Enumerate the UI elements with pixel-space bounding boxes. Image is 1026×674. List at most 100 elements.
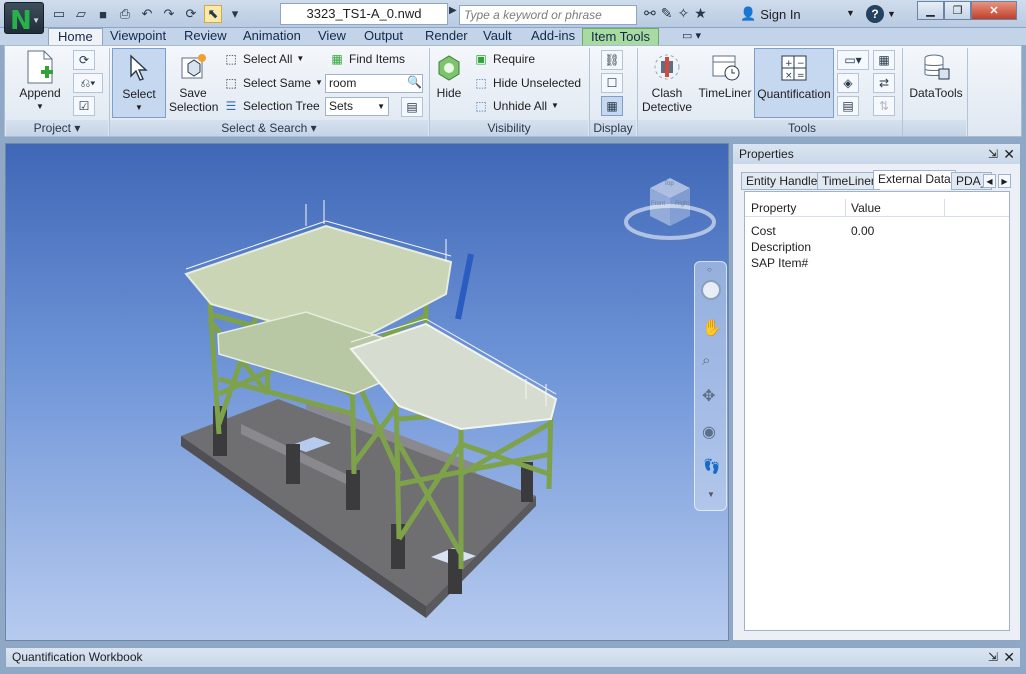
zoom-window-icon[interactable]: ⌕ <box>702 352 710 369</box>
select-same-icon: ⬚ <box>225 76 237 90</box>
save-icon[interactable]: ■ <box>94 5 112 23</box>
viewcube-top-face[interactable]: Top <box>664 181 674 187</box>
tabs-scroll-left-icon[interactable]: ◀ <box>983 174 996 188</box>
tab-home[interactable]: Home <box>48 28 103 46</box>
animator-icon[interactable]: ▭▾ <box>837 50 869 70</box>
find-items-icon: ▦ <box>331 52 343 66</box>
file-options-icon[interactable]: ☑ <box>73 96 95 116</box>
append-button[interactable]: Append ▼ <box>11 48 69 114</box>
select-button[interactable]: Select ▼ <box>112 48 166 118</box>
maximize-button[interactable]: ❐ <box>944 1 971 20</box>
tab-review[interactable]: Review <box>184 28 227 46</box>
batch-utility-icon[interactable]: ⇄ <box>873 73 895 93</box>
help-button[interactable]: ? ▼ <box>866 4 902 24</box>
print-icon[interactable]: ⎙ <box>116 5 134 23</box>
find-items-button[interactable]: ▦ Find Items <box>329 49 405 69</box>
close-icon[interactable]: ✕ <box>1003 648 1015 667</box>
column-divider[interactable] <box>944 199 945 217</box>
property-column-header[interactable]: Property <box>751 201 796 215</box>
hide-button[interactable]: Hide <box>431 48 467 100</box>
select-search-panel-label[interactable]: Select & Search ▾ <box>110 120 428 136</box>
tab-viewpoint[interactable]: Viewpoint <box>110 28 166 46</box>
satellite-icon[interactable]: ✧ <box>677 5 689 22</box>
pan-hand-icon[interactable]: ✋ <box>702 318 722 338</box>
quantification-button[interactable]: + − × = Quantification <box>754 48 834 118</box>
property-row-description[interactable]: Description <box>751 239 811 255</box>
close-button[interactable]: ✕ <box>971 1 1017 20</box>
application-menu-button[interactable]: N ▼ <box>4 2 44 36</box>
tab-item-tools[interactable]: Item Tools <box>582 28 660 46</box>
autodesk-rendering-icon[interactable]: ◈ <box>837 73 859 93</box>
qat-dropdown-icon[interactable]: ▾ <box>226 5 244 23</box>
unhide-all-label: Unhide All <box>493 99 548 113</box>
viewcube-front-face[interactable]: Front <box>651 201 665 207</box>
column-divider[interactable] <box>845 199 846 217</box>
star-icon[interactable]: ★ <box>694 5 707 22</box>
minimize-button[interactable]: ▁ <box>917 1 944 20</box>
tab-render[interactable]: Render <box>425 28 468 46</box>
tabs-scroll-right-icon[interactable]: ▶ <box>998 174 1011 188</box>
quantification-workbook-bar[interactable]: Quantification Workbook ⇲ ✕ <box>5 647 1021 668</box>
look-around-icon[interactable]: ◉ <box>702 422 716 442</box>
select-same-button[interactable]: ⬚ Select Same ▼ <box>223 73 323 93</box>
close-icon[interactable]: ✕ <box>1003 144 1015 164</box>
undo-icon[interactable]: ↶ <box>138 5 156 23</box>
tab-timeliner[interactable]: TimeLiner <box>817 172 880 190</box>
save-selection-button[interactable]: Save Selection <box>168 48 218 114</box>
datatools-button[interactable]: DataTools <box>907 48 965 100</box>
sign-in-button[interactable]: 👤 Sign In ▼ <box>740 6 855 22</box>
chevron-down-icon[interactable]: ▼ <box>707 490 715 499</box>
tab-add-ins[interactable]: Add-ins <box>531 28 575 46</box>
properties-toggle-icon[interactable]: ▦ <box>601 96 623 116</box>
search-expand-icon[interactable]: ▶ <box>449 5 457 16</box>
require-button[interactable]: ▣ Require <box>473 49 535 69</box>
tab-entity-handle[interactable]: Entity Handle <box>741 172 823 190</box>
pedestal <box>346 470 360 510</box>
manage-sets-icon[interactable]: ▤ <box>401 97 423 117</box>
value-column-header[interactable]: Value <box>851 201 881 215</box>
search-input[interactable]: Type a keyword or phrase <box>459 5 637 25</box>
reset-all-icon[interactable]: ⎌▾ <box>73 73 103 93</box>
property-row-cost[interactable]: Cost 0.00 <box>751 223 874 239</box>
3d-viewport[interactable]: Top Front Right <box>5 143 729 641</box>
selection-tree-button[interactable]: ☰ Selection Tree <box>223 96 320 116</box>
tab-vault[interactable]: Vault <box>483 28 512 46</box>
orbit-icon[interactable]: ✥ <box>702 386 715 406</box>
wrench-icon[interactable]: ✎ <box>661 5 673 22</box>
refresh-icon[interactable]: ⟳ <box>73 50 95 70</box>
tab-view[interactable]: View <box>318 28 346 46</box>
quick-properties-icon[interactable]: ☐ <box>601 73 623 93</box>
open-file-icon[interactable]: ▱ <box>72 5 90 23</box>
ribbon-minimize-icon[interactable]: ▭ ▾ <box>682 28 701 46</box>
binoculars-icon[interactable]: ⚯ <box>644 5 656 22</box>
tab-animation[interactable]: Animation <box>243 28 301 46</box>
viewcube[interactable]: Top Front Right <box>624 174 716 242</box>
tab-external-data[interactable]: External Data <box>873 170 956 189</box>
scripter-icon[interactable]: ▤ <box>837 96 859 116</box>
compare-icon[interactable]: ⇅ <box>873 96 895 116</box>
refresh-icon[interactable]: ⟳ <box>182 5 200 23</box>
hide-unselected-button[interactable]: ⬚ Hide Unselected <box>473 73 581 93</box>
pin-icon[interactable]: ⇲ <box>988 648 998 667</box>
select-all-button[interactable]: ⬚ Select All ▼ <box>223 49 304 69</box>
viewcube-right-face[interactable]: Right <box>675 201 689 207</box>
navigation-bar: ○ ✋ ⌕ ✥ ◉ 👣 ▼ <box>694 261 727 511</box>
unhide-all-button[interactable]: ⬚ Unhide All ▼ <box>473 96 559 116</box>
appearance-profiler-icon[interactable]: ▦ <box>873 50 895 70</box>
project-panel-label[interactable]: Project ▾ <box>6 120 108 136</box>
new-file-icon[interactable]: ▭ <box>50 5 68 23</box>
sets-dropdown[interactable]: Sets ▼ <box>325 97 389 116</box>
redo-icon[interactable]: ↷ <box>160 5 178 23</box>
find-magnifier-icon[interactable]: 🔍 <box>407 75 422 89</box>
select-cursor-icon[interactable]: ⬉ <box>204 5 222 23</box>
close-icon[interactable]: ○ <box>707 265 712 274</box>
chevron-down-icon: ▼ <box>296 54 305 63</box>
tab-output[interactable]: Output <box>364 28 403 46</box>
clash-detective-button[interactable]: Clash Detective <box>639 48 695 114</box>
pin-icon[interactable]: ⇲ <box>988 144 998 164</box>
walk-icon[interactable]: 👣 <box>703 458 720 475</box>
property-row-sap-item[interactable]: SAP Item# <box>751 255 808 271</box>
links-icon[interactable]: ⛓ <box>601 50 623 70</box>
timeliner-button[interactable]: TimeLiner <box>697 48 753 100</box>
steering-wheel-icon[interactable] <box>701 280 721 300</box>
